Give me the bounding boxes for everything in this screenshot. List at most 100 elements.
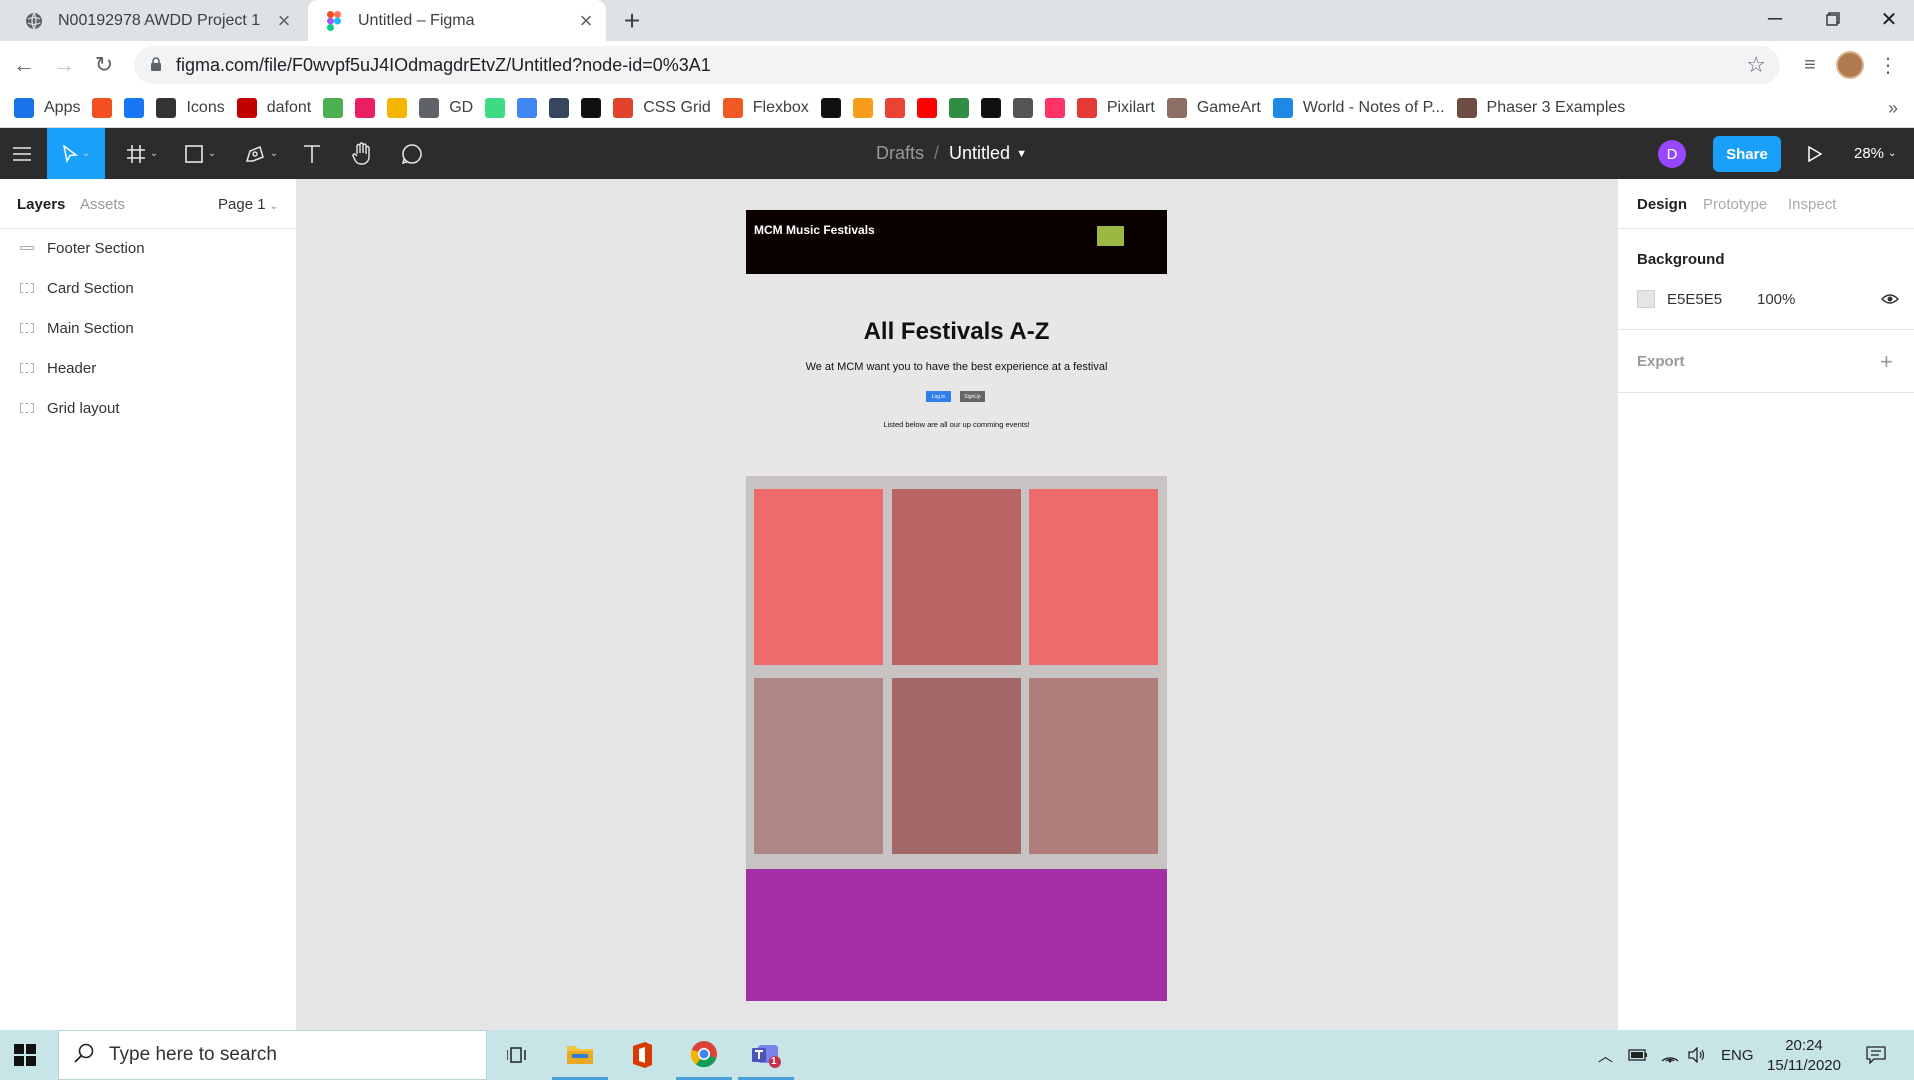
bookmark-item[interactable]	[884, 97, 905, 118]
bookmark-item[interactable]: Pixilart	[1076, 97, 1155, 118]
bookmark-item[interactable]: GameArt	[1166, 97, 1261, 118]
user-avatar[interactable]: D	[1658, 140, 1686, 168]
text-tool-icon[interactable]	[296, 128, 328, 179]
file-explorer-icon[interactable]	[552, 1030, 608, 1080]
eye-icon[interactable]	[1880, 289, 1900, 309]
design-main-section[interactable]: All Festivals A-Z We at MCM want you to …	[746, 274, 1167, 476]
bookmark-item[interactable]	[980, 97, 1001, 118]
reading-list-icon[interactable]: ≡	[1792, 47, 1828, 83]
bookmark-item[interactable]	[517, 97, 538, 118]
chrome-icon[interactable]	[676, 1030, 732, 1080]
wifi-icon[interactable]	[1660, 1030, 1680, 1080]
layer-header[interactable]: Header	[0, 348, 296, 388]
background-hex-input[interactable]: E5E5E5	[1667, 291, 1722, 308]
shape-tool-icon[interactable]: ⌄	[176, 128, 224, 179]
design-header[interactable]: MCM Music Festivals	[746, 210, 1167, 274]
tab-figma-untitled[interactable]: Untitled – Figma ×	[308, 0, 606, 41]
bookmark-item[interactable]: Flexbox	[722, 97, 809, 118]
windows-start-icon[interactable]	[14, 1044, 36, 1066]
page-selector[interactable]: Page 1 ⌄	[218, 196, 278, 213]
design-card[interactable]	[892, 678, 1021, 854]
move-tool-icon[interactable]: ⌄	[47, 128, 105, 179]
bookmark-item[interactable]	[1012, 97, 1033, 118]
tab-awdd-project[interactable]: N00192978 AWDD Project 1 ×	[8, 0, 304, 41]
bookmark-item[interactable]	[387, 97, 408, 118]
bookmark-item[interactable]	[485, 97, 506, 118]
minimize-icon[interactable]: ─	[1746, 0, 1804, 38]
bookmark-item[interactable]	[948, 97, 969, 118]
bookmark-item[interactable]: Apps	[14, 97, 80, 118]
reload-icon[interactable]: ↻	[86, 47, 122, 83]
design-login-button[interactable]: Log in	[926, 391, 951, 402]
notifications-icon[interactable]	[1866, 1030, 1886, 1080]
layer-footer-section[interactable]: Footer Section	[0, 228, 296, 268]
taskbar-search-input[interactable]: Type here to search	[58, 1030, 487, 1080]
design-card[interactable]	[754, 678, 883, 854]
design-card[interactable]	[1029, 678, 1158, 854]
bookmark-item[interactable]	[549, 97, 570, 118]
design-card[interactable]	[1029, 489, 1158, 665]
bookmark-item[interactable]	[355, 97, 376, 118]
frame-tool-icon[interactable]: ⌄	[118, 128, 166, 179]
design-signup-button[interactable]: SignUp	[960, 391, 985, 402]
tab-assets[interactable]: Assets	[80, 196, 125, 213]
new-tab-button[interactable]: +	[616, 5, 648, 36]
language-indicator[interactable]: ENG	[1721, 1030, 1754, 1080]
bookmark-item[interactable]	[92, 97, 113, 118]
close-tab-icon[interactable]: ×	[270, 7, 298, 35]
close-tab-icon[interactable]: ×	[572, 7, 600, 35]
address-bar[interactable]: figma.com/file/F0wvpf5uJ4IOdmagdrEtvZ/Un…	[134, 46, 1780, 84]
taskbar-clock[interactable]: 20:24 15/11/2020	[1760, 1036, 1848, 1076]
layer-main-section[interactable]: Main Section	[0, 308, 296, 348]
layer-card-section[interactable]: Card Section	[0, 268, 296, 308]
bookmark-item[interactable]	[916, 97, 937, 118]
bookmark-item[interactable]	[581, 97, 602, 118]
tab-inspect[interactable]: Inspect	[1788, 196, 1836, 213]
volume-icon[interactable]	[1688, 1030, 1708, 1080]
design-card[interactable]	[892, 489, 1021, 665]
present-play-icon[interactable]	[1800, 128, 1830, 179]
layer-grid-layout[interactable]: Grid layout	[0, 388, 296, 428]
bookmark-star-icon[interactable]: ☆	[1746, 52, 1766, 78]
url-text[interactable]: figma.com/file/F0wvpf5uJ4IOdmagdrEtvZ/Un…	[176, 55, 1746, 76]
comment-tool-icon[interactable]	[396, 128, 428, 179]
hand-tool-icon[interactable]	[346, 128, 378, 179]
teams-icon[interactable]: 1	[738, 1030, 794, 1080]
chevron-down-icon[interactable]: ▼	[1016, 148, 1027, 160]
bookmark-item[interactable]: GD	[419, 97, 473, 118]
bookmark-item[interactable]	[852, 97, 873, 118]
profile-avatar[interactable]	[1832, 47, 1868, 83]
share-button[interactable]: Share	[1713, 136, 1781, 172]
design-frame-grid-layout[interactable]: MCM Music Festivals All Festivals A-Z We…	[746, 210, 1167, 1001]
bookmark-item[interactable]: CSS Grid	[613, 97, 711, 118]
pen-tool-icon[interactable]: ⌄	[236, 128, 286, 179]
restore-icon[interactable]	[1804, 0, 1862, 38]
chrome-menu-icon[interactable]: ⋮	[1870, 47, 1906, 83]
bookmark-item[interactable]: Icons	[156, 97, 225, 118]
figma-main-menu-icon[interactable]	[0, 128, 44, 179]
drafts-link[interactable]: Drafts	[876, 143, 924, 164]
task-view-icon[interactable]	[490, 1030, 546, 1080]
bookmark-item[interactable]: dafont	[236, 97, 311, 118]
bookmark-item[interactable]	[820, 97, 841, 118]
bookmarks-overflow-icon[interactable]: »	[1888, 98, 1898, 119]
background-opacity-input[interactable]: 100%	[1757, 291, 1795, 308]
tab-design[interactable]: Design	[1637, 196, 1687, 213]
design-card-section[interactable]	[746, 476, 1167, 869]
file-name[interactable]: Untitled	[949, 143, 1010, 164]
show-hidden-icons[interactable]: ︿	[1598, 1030, 1613, 1080]
bookmark-item[interactable]: World - Notes of P...	[1272, 97, 1445, 118]
zoom-menu[interactable]: 28% ⌄	[1854, 128, 1896, 179]
design-logo[interactable]	[1097, 226, 1124, 246]
close-window-icon[interactable]: ✕	[1860, 0, 1914, 38]
bookmark-item[interactable]: Phaser 3 Examples	[1456, 97, 1625, 118]
battery-icon[interactable]	[1628, 1030, 1648, 1080]
office-icon[interactable]	[614, 1030, 670, 1080]
design-footer-section[interactable]	[746, 869, 1167, 1001]
bookmark-item[interactable]	[124, 97, 145, 118]
add-export-plus-icon[interactable]: +	[1880, 349, 1893, 375]
back-arrow-icon[interactable]: ←	[6, 47, 42, 83]
tab-layers[interactable]: Layers	[17, 196, 65, 213]
background-color-swatch[interactable]	[1637, 290, 1655, 308]
bookmark-item[interactable]	[1044, 97, 1065, 118]
